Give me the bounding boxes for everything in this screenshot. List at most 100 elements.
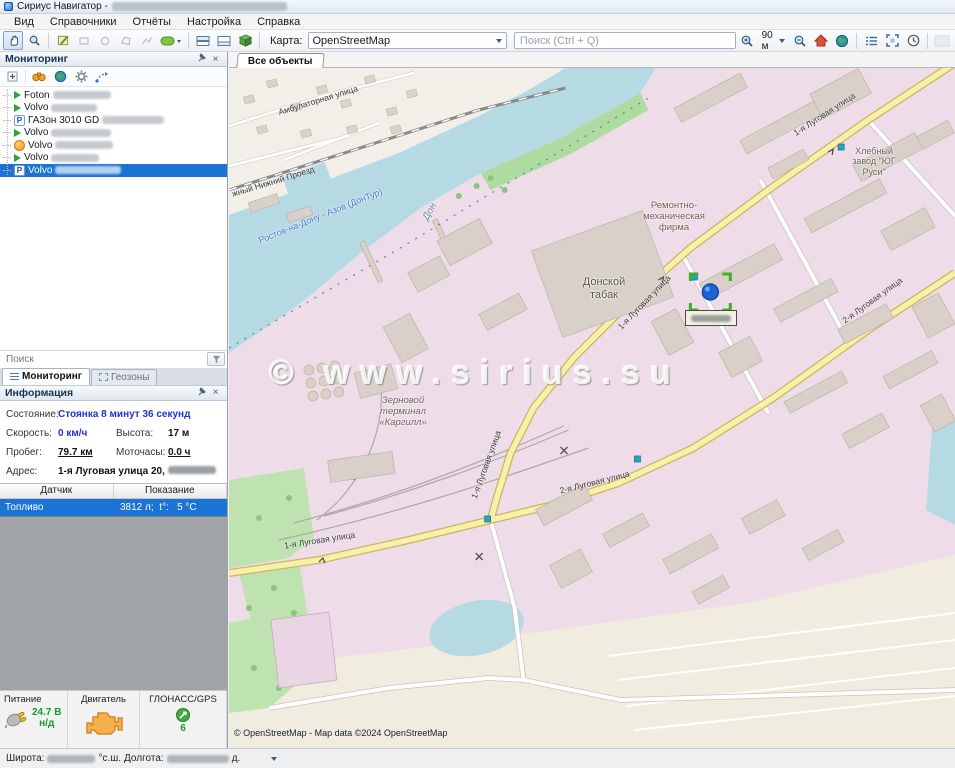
sensor-col-header: Датчик — [0, 484, 114, 498]
gear-icon[interactable] — [73, 69, 89, 85]
panels-layout-button[interactable] — [193, 31, 213, 50]
status-moving-icon — [14, 129, 21, 137]
track-player-button[interactable] — [158, 31, 184, 50]
geozone-polygon-button[interactable] — [116, 31, 136, 50]
sensor-row-fuel[interactable]: Топливо 3812 л; t°: 5 °C — [0, 499, 227, 516]
redacted-title-text — [112, 2, 287, 11]
engine-icon — [85, 708, 123, 736]
sensor-table-empty-area — [0, 516, 227, 690]
show-on-map-icon[interactable] — [52, 69, 68, 85]
tree-guide — [7, 89, 8, 175]
address-label: Адрес: — [6, 466, 58, 477]
close-icon[interactable]: × — [209, 53, 222, 66]
object-list-button[interactable] — [861, 31, 881, 50]
pin-icon[interactable] — [196, 386, 209, 400]
vehicle-name: Volvo — [24, 102, 48, 113]
geozones-tab-icon — [99, 373, 108, 381]
vehicle-row[interactable]: Volvo — [0, 152, 227, 165]
expand-all-button[interactable] — [4, 69, 20, 85]
pin-icon[interactable] — [196, 52, 209, 66]
geozone-circle-button[interactable] — [95, 31, 115, 50]
tree-search-row[interactable]: Поиск — [0, 350, 227, 368]
fit-frame-icon — [886, 34, 899, 47]
map-tab-all-objects[interactable]: Все объекты — [236, 53, 324, 68]
toolbar-separator — [856, 33, 857, 49]
chevron-down-icon — [496, 39, 502, 43]
poi-label-khlebny-zavod: Хлебный завод "ЮГ Руси" — [834, 146, 914, 177]
time-button[interactable] — [903, 31, 923, 50]
tab-monitoring[interactable]: Мониторинг — [2, 368, 90, 385]
sensor-table: Датчик Показание Топливо 3812 л; t°: 5 °… — [0, 483, 227, 516]
zoom-scale-value: 90 м — [762, 30, 776, 52]
filter-button[interactable] — [207, 352, 225, 366]
menu-view[interactable]: Вид — [6, 15, 42, 29]
state-label: Состояние: — [6, 409, 58, 420]
coords-format-dropdown[interactable] — [271, 757, 277, 761]
menu-reports[interactable]: Отчёты — [125, 15, 179, 29]
vehicle-row[interactable]: Foton — [0, 89, 227, 102]
mileage-value[interactable]: 79.7 км — [58, 447, 116, 458]
window-title: Сириус Навигатор - — [17, 1, 108, 12]
geozone-line-button[interactable] — [137, 31, 157, 50]
map-tab-label: Все объекты — [248, 56, 313, 67]
zoom-in-button[interactable] — [737, 31, 757, 50]
power-gauge: Питание 24.7 В н/д — [0, 691, 68, 748]
vehicle-row[interactable]: Volvo — [0, 139, 227, 152]
zoom-tool-button[interactable] — [24, 31, 44, 50]
zoom-scale-select[interactable]: 90 м — [758, 32, 789, 49]
zoom-in-icon — [740, 34, 754, 48]
geozone-rect-button[interactable] — [74, 31, 94, 50]
close-icon[interactable]: × — [209, 386, 222, 399]
gps-label: ГЛОНАСС/GPS — [149, 694, 217, 705]
tab-geozones[interactable]: Геозоны — [91, 369, 158, 385]
panel-bottom-button[interactable] — [214, 31, 234, 50]
gauges-panel: Питание 24.7 В н/д Двигатель ГЛОНАСС/GPS… — [0, 690, 227, 748]
zoom-out-icon — [793, 34, 807, 48]
objects-box-button[interactable] — [235, 31, 255, 50]
globe-icon — [835, 34, 849, 48]
map-select-label: Карта: — [270, 35, 303, 47]
hours-value[interactable]: 0.0 ч — [168, 447, 221, 458]
vehicle-row[interactable]: Volvo — [0, 102, 227, 115]
circle-icon — [99, 35, 111, 47]
search-input[interactable] — [514, 32, 736, 49]
binoculars-icon[interactable] — [31, 69, 47, 85]
globe-view-button[interactable] — [832, 31, 852, 50]
pan-tool-button[interactable] — [3, 31, 23, 50]
edit-map-button[interactable] — [53, 31, 73, 50]
power-extra: н/д — [39, 718, 54, 729]
menu-help[interactable]: Справка — [249, 15, 308, 29]
map-select-value: OpenStreetMap — [313, 35, 391, 47]
menu-directories[interactable]: Справочники — [42, 15, 125, 29]
panels-icon — [196, 35, 210, 47]
monitoring-tab-icon — [10, 373, 19, 381]
poi-label-zernovoy-terminal: Зерновой терминал «Каргилл» — [357, 396, 449, 429]
vehicle-name: Volvo — [28, 165, 52, 176]
sensor-value: 3812 л; t°: 5 °C — [112, 502, 227, 513]
vehicle-row[interactable]: Volvo — [0, 127, 227, 140]
track-route-icon[interactable] — [94, 69, 110, 85]
toolbar-separator — [927, 33, 928, 49]
vehicle-row[interactable]: P ГАЗон 3010 GD — [0, 114, 227, 127]
sensor-table-header: Датчик Показание — [0, 484, 227, 499]
list-icon — [865, 35, 878, 47]
power-voltage: 24.7 В — [32, 707, 61, 718]
vehicle-tree: Foton Volvo P ГАЗон 3010 GD Volvo Volvo … — [0, 87, 227, 350]
extra-button-disabled[interactable] — [932, 31, 952, 50]
vehicle-marker-label[interactable] — [685, 310, 737, 326]
sidebar-tabs: Мониторинг Геозоны — [0, 368, 227, 386]
app-window: Сириус Навигатор - Вид Справочники Отчёт… — [0, 0, 955, 768]
map-canvas[interactable]: Донской табак Ремонтно- механическая фир… — [229, 68, 955, 748]
sensor-name: Топливо — [0, 502, 112, 513]
menu-bar: Вид Справочники Отчёты Настройка Справка — [0, 14, 955, 30]
menu-settings[interactable]: Настройка — [179, 15, 249, 29]
vehicle-row-selected[interactable]: P Volvo — [0, 164, 227, 177]
vehicle-name: ГАЗон 3010 GD — [28, 115, 99, 126]
zoom-out-button[interactable] — [790, 31, 810, 50]
latitude-label: Широта: — [6, 753, 44, 764]
package-icon — [239, 34, 252, 47]
hand-icon — [7, 34, 20, 47]
map-select[interactable]: OpenStreetMap — [308, 32, 507, 49]
fit-objects-button[interactable] — [882, 31, 902, 50]
home-view-button[interactable] — [811, 31, 831, 50]
